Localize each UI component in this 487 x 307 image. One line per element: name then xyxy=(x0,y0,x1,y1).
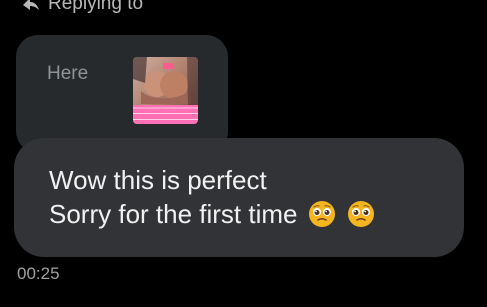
quoted-message-text: Here xyxy=(47,63,89,84)
quoted-message-bubble[interactable]: Here xyxy=(16,35,228,153)
message-timestamp: 00:25 xyxy=(17,264,60,283)
image-thumbnail[interactable] xyxy=(133,57,198,124)
outgoing-message-bubble[interactable]: Wow this is perfect Sorry for the first … xyxy=(14,138,464,257)
message-line-2-text: Sorry for the first time xyxy=(49,199,298,229)
pleading-face-emoji-icon xyxy=(307,199,337,229)
message-line-1: Wow this is perfect xyxy=(49,163,376,197)
message-text-block: Wow this is perfect Sorry for the first … xyxy=(49,163,376,231)
reply-arrow-icon xyxy=(22,0,40,12)
replying-header: Replying to xyxy=(22,0,143,14)
replying-label: Replying to xyxy=(48,0,144,14)
message-line-2: Sorry for the first time xyxy=(49,197,376,231)
chat-reply-screen: Replying to Here Wow this is perfect Sor… xyxy=(0,0,487,307)
message-line-1-text: Wow this is perfect xyxy=(49,165,267,195)
pleading-face-emoji-icon xyxy=(346,199,376,229)
